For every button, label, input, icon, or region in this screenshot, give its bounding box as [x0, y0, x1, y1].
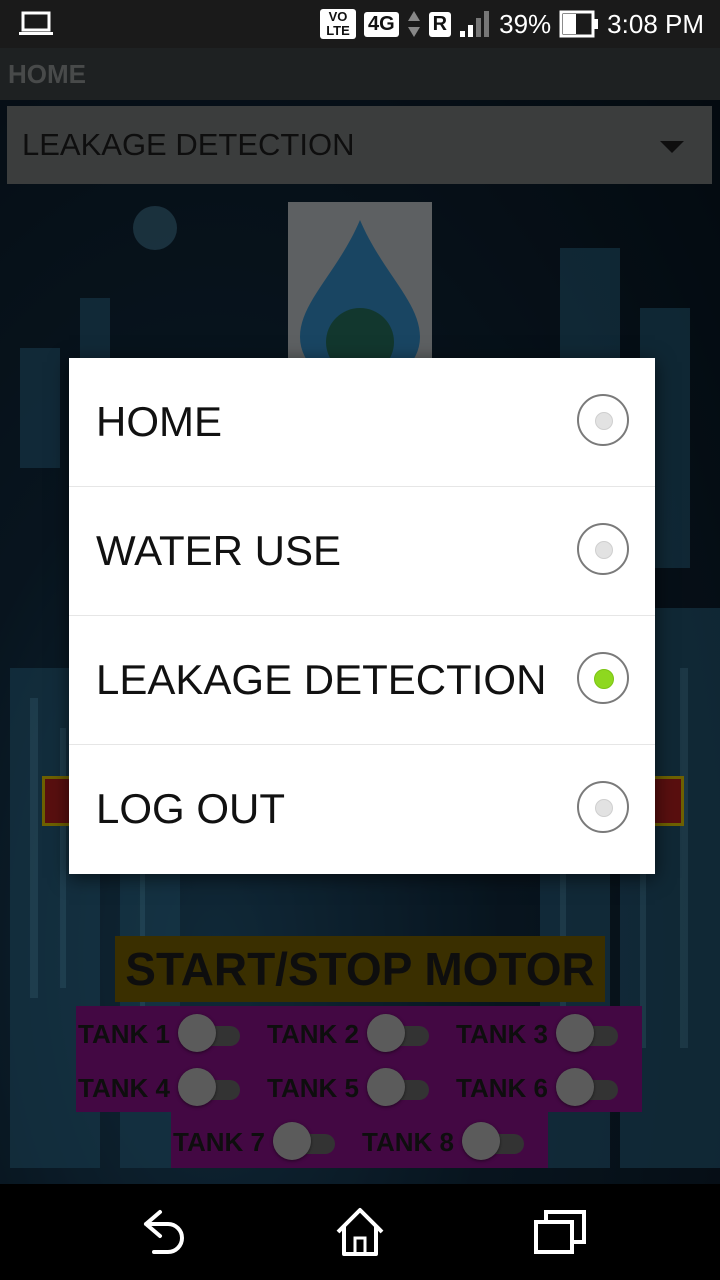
system-nav-bar: [0, 1184, 720, 1280]
status-bar: VO LTE 4G R 39% 3:08 PM: [0, 0, 720, 48]
recent-apps-icon[interactable]: [532, 1204, 588, 1260]
laptop-icon: [19, 11, 53, 35]
radio-dot-icon: [595, 799, 613, 817]
radio-dot-icon: [595, 541, 613, 559]
clock: 3:08 PM: [607, 8, 704, 39]
option-label: LOG OUT: [96, 785, 286, 832]
back-icon[interactable]: [132, 1204, 188, 1260]
option-log-out[interactable]: LOG OUT: [69, 745, 655, 873]
signal-icon: [460, 11, 490, 37]
battery-icon: [559, 10, 599, 38]
data-arrows-icon: [407, 11, 420, 37]
network-type: 4G: [363, 11, 399, 37]
radio-button-selected[interactable]: [577, 652, 629, 704]
radio-button[interactable]: [577, 523, 629, 575]
option-home[interactable]: HOME: [69, 358, 655, 487]
home-icon[interactable]: [332, 1204, 388, 1260]
page-choice-dialog: HOME WATER USE LEAKAGE DETECTION LOG OUT: [69, 358, 655, 874]
option-leakage-detection[interactable]: LEAKAGE DETECTION: [69, 616, 655, 745]
roaming-badge: R: [428, 11, 452, 37]
option-label: LEAKAGE DETECTION: [96, 656, 547, 703]
radio-button[interactable]: [577, 781, 629, 833]
option-label: WATER USE: [96, 527, 342, 574]
battery-percent: 39%: [499, 8, 552, 39]
option-label: HOME: [96, 398, 222, 445]
volte-icon: VO LTE: [319, 9, 356, 39]
radio-button[interactable]: [577, 394, 629, 446]
radio-selected-dot-icon: [594, 669, 614, 689]
option-water-use[interactable]: WATER USE: [69, 487, 655, 616]
radio-dot-icon: [595, 412, 613, 430]
